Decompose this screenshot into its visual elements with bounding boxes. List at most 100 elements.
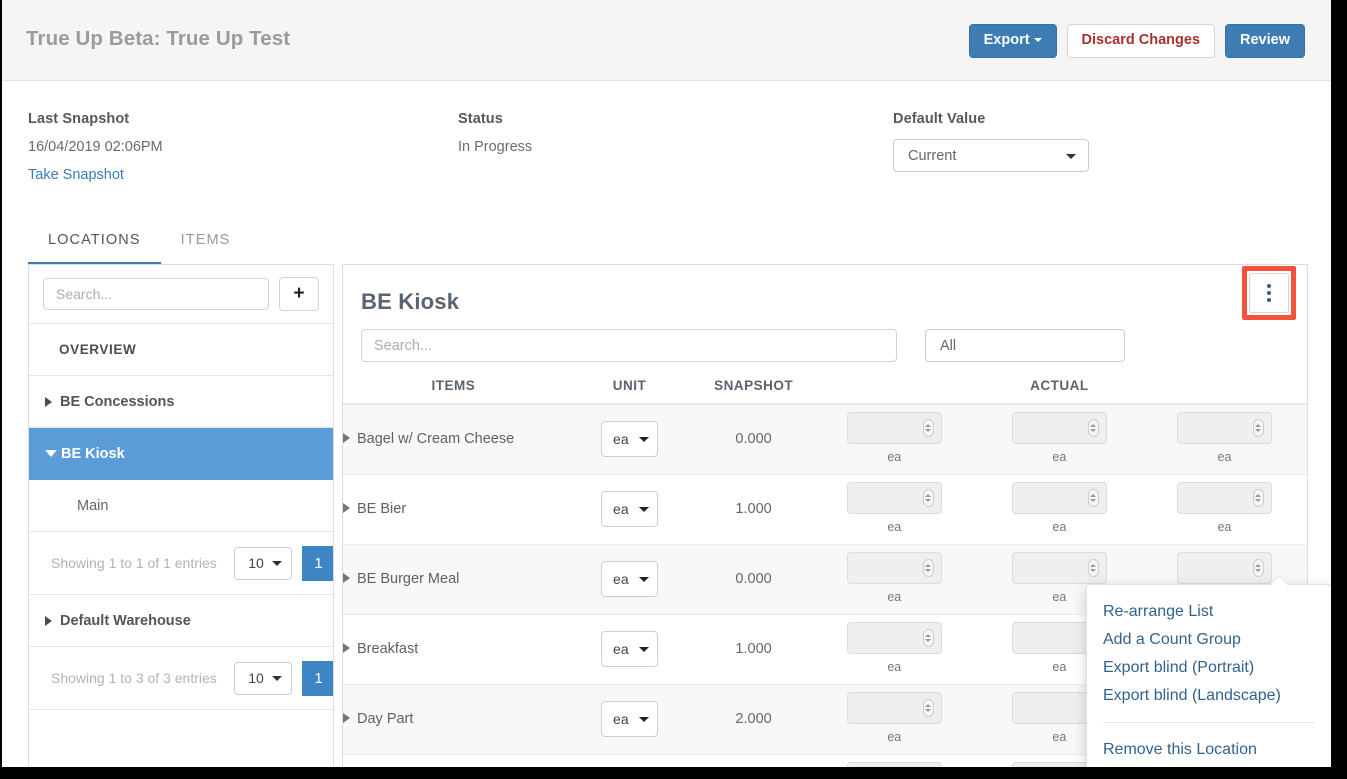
actual-count-input[interactable] [847,412,942,444]
sidebar-item-be-kiosk[interactable]: BE Kiosk [29,428,333,480]
actual-count-input[interactable] [847,692,942,724]
triangle-right-icon[interactable] [343,573,350,583]
triangle-right-icon[interactable] [343,503,350,513]
panel-title: BE Kiosk [343,265,1307,315]
panel-controls: All [343,315,1307,362]
stepper-icon[interactable] [923,559,934,577]
actual-count-input[interactable] [847,482,942,514]
actual-input-wrap: ea [1012,482,1107,534]
snapshot-cell: 2.000 [695,684,811,754]
take-snapshot-link[interactable]: Take Snapshot [28,167,124,183]
chevron-up-icon [925,494,931,497]
unit-cell: ea [564,544,696,614]
tab-locations[interactable]: LOCATIONS [28,222,161,265]
actual-input-wrap: ea [847,762,942,767]
actual-count-input[interactable] [847,552,942,584]
unit-value: ea [613,501,629,517]
unit-select[interactable]: ea [601,631,658,667]
chevron-down-icon [1034,38,1042,42]
sidebar-item-overview[interactable]: OVERVIEW [29,324,333,376]
table-row[interactable]: BE Bierea1.000eaeaea [343,474,1307,544]
discard-changes-button[interactable]: Discard Changes [1067,24,1215,58]
sidebar-item-main[interactable]: Main [29,480,333,532]
page-number-button[interactable]: 1 [302,661,334,696]
sidebar-search-input[interactable] [43,278,269,310]
item-name: Bagel w/ Cream Cheese [357,431,514,447]
stepper-icon[interactable] [1253,559,1264,577]
unit-cell: ea [564,474,696,544]
default-value-select[interactable]: Current [893,139,1089,172]
top-bar-actions: Export Discard Changes Review [969,24,1305,58]
actual-input-wrap: ea [847,622,942,674]
triangle-right-icon[interactable] [343,643,350,653]
stepper-icon[interactable] [1088,419,1099,437]
actual-count-input[interactable] [1012,552,1107,584]
add-location-button[interactable]: + [279,277,319,311]
actual-input-wrap: ea [847,692,942,744]
meta-strip: Last Snapshot 16/04/2019 02:06PM Take Sn… [2,81,1331,203]
top-bar: True Up Beta: True Up Test Export Discar… [2,0,1331,81]
last-snapshot-label: Last Snapshot [28,111,163,127]
pager-summary: Showing 1 to 1 of 1 entries [51,555,224,571]
triangle-right-icon [45,616,52,626]
stepper-icon[interactable] [923,699,934,717]
chevron-down-icon [272,561,282,566]
chevron-down-icon [1090,569,1096,572]
tab-items[interactable]: ITEMS [161,222,251,265]
sidebar-item-default-warehouse[interactable]: Default Warehouse [29,595,333,647]
stepper-icon[interactable] [1088,489,1099,507]
actual-count-cell: ea [812,614,977,684]
sidebar-item-be-concessions[interactable]: BE Concessions [29,376,333,428]
menu-item-export-blind-portrait[interactable]: Export blind (Portrait) [1087,654,1331,682]
table-row[interactable]: Bagel w/ Cream Cheeseea0.000eaeaea [343,404,1307,474]
actual-count-input[interactable] [1177,412,1272,444]
chevron-up-icon [925,424,931,427]
review-button[interactable]: Review [1225,24,1305,58]
chevron-down-icon [1066,154,1076,159]
unit-value: ea [613,431,629,447]
triangle-right-icon[interactable] [343,433,350,443]
locations-sidebar: + OVERVIEW BE Concessions BE Kiosk Main … [28,264,334,767]
unit-select[interactable]: ea [601,701,658,737]
stepper-icon[interactable] [1088,559,1099,577]
items-filter-select[interactable]: All [925,329,1125,362]
menu-item-export-blind-landscape[interactable]: Export blind (Landscape) [1087,682,1331,710]
actual-count-input[interactable] [847,622,942,654]
last-snapshot-block: Last Snapshot 16/04/2019 02:06PM Take Sn… [28,111,163,184]
menu-item-rearrange-list[interactable]: Re-arrange List [1087,598,1331,626]
stepper-icon[interactable] [923,419,934,437]
menu-item-remove-this-location[interactable]: Remove this Location [1087,736,1331,764]
unit-select[interactable]: ea [601,421,658,457]
stepper-icon[interactable] [1253,489,1264,507]
page-number-button[interactable]: 1 [302,546,334,581]
snapshot-cell: 1.000 [695,474,811,544]
actual-unit-label: ea [847,590,942,604]
column-header-unit: UNIT [564,374,696,404]
actual-count-input[interactable] [1012,482,1107,514]
page-size-select[interactable]: 10 [234,662,292,695]
actual-count-input[interactable] [1177,482,1272,514]
snapshot-cell: 0.000 [695,754,811,767]
kebab-menu-button[interactable] [1249,273,1289,313]
menu-item-add-count-group[interactable]: Add a Count Group [1087,626,1331,654]
stepper-icon[interactable] [923,629,934,647]
actual-count-input[interactable] [847,762,942,767]
actual-count-input[interactable] [1012,412,1107,444]
menu-item-reset-counts[interactable]: Reset Counts [1087,764,1331,767]
page-title: True Up Beta: True Up Test [26,27,290,51]
actual-input-wrap: ea [847,412,942,464]
items-filter-value: All [940,338,956,354]
actual-count-cell: ea [1142,404,1307,474]
export-button[interactable]: Export [969,24,1057,58]
unit-select[interactable]: ea [601,491,658,527]
triangle-right-icon[interactable] [343,713,350,723]
actual-count-input[interactable] [1177,552,1272,584]
page-size-value: 10 [248,670,264,686]
stepper-icon[interactable] [1253,419,1264,437]
page-size-select[interactable]: 10 [234,547,292,580]
unit-select[interactable]: ea [601,561,658,597]
stepper-icon[interactable] [923,489,934,507]
actual-unit-label: ea [1012,450,1107,464]
items-search-input[interactable] [361,329,897,362]
actual-unit-label: ea [847,730,942,744]
